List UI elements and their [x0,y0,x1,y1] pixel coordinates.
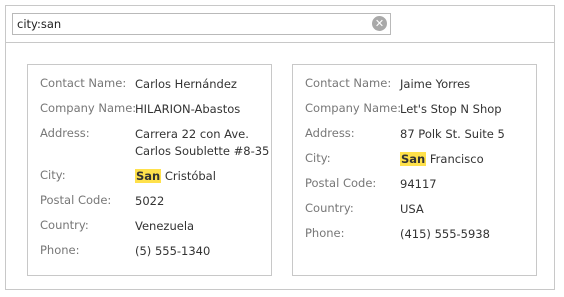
search-box[interactable]: ✕ [12,13,391,35]
field-value: (415) 555-5938 [400,227,490,241]
field-value: San Cristóbal [135,168,267,185]
field-value: 5022 [135,194,165,208]
search-result-panel: ✕ Contact Name: Carlos Hernández Company… [5,5,555,290]
field-label: Company Name: [305,101,402,115]
city-rest: Cristóbal [164,169,216,183]
search-input[interactable] [13,14,367,34]
field-value: HILARION-Abastos [135,102,241,116]
field-label: City: [305,151,331,165]
field-value: San Francisco [400,151,532,168]
field-value: (5) 555-1340 [135,244,211,258]
address-line-2: Carlos Soublette #8-35 [135,144,270,158]
field-value: Let's Stop N Shop [400,102,502,116]
field-label: Country: [305,201,354,215]
search-highlight: San [135,169,162,183]
field-label: Contact Name: [40,76,127,90]
field-value: 94117 [400,177,437,191]
field-value: Carrera 22 con Ave. Carlos Soublette #8-… [135,126,270,160]
field-label: Phone: [40,243,80,257]
field-value: Venezuela [135,219,195,233]
contact-card: Contact Name: Jaime Yorres Company Name:… [292,64,537,276]
address-line-1: Carrera 22 con Ave. [135,127,249,141]
field-label: Address: [305,126,355,140]
city-rest: Francisco [429,152,484,166]
field-value: Jaime Yorres [400,77,471,91]
search-highlight: San [400,152,427,166]
search-bar: ✕ [6,6,554,43]
field-value: 87 Polk St. Suite 5 [400,127,505,141]
close-circle-icon[interactable]: ✕ [372,16,387,31]
contact-card: Contact Name: Carlos Hernández Company N… [27,64,272,276]
field-value: Carlos Hernández [135,77,237,91]
field-label: Country: [40,218,89,232]
field-label: Contact Name: [305,76,392,90]
field-label: City: [40,168,66,182]
field-label: Address: [40,126,90,140]
field-value: USA [400,202,424,216]
field-label: Postal Code: [305,176,377,190]
field-label: Company Name: [40,101,137,115]
field-label: Phone: [305,226,345,240]
field-label: Postal Code: [40,193,112,207]
